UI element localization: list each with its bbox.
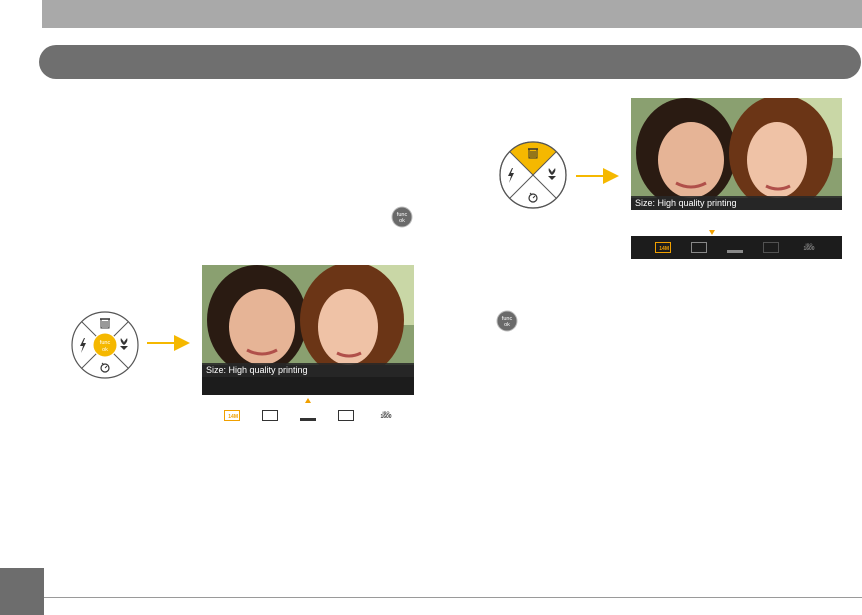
- iso-value: 1600: [803, 246, 815, 252]
- menu-size-icon[interactable]: 14M: [224, 410, 240, 421]
- function-menu-bar: 14M ISO 1600: [631, 236, 842, 259]
- header-band: [42, 0, 862, 28]
- arrow-line: [576, 175, 606, 177]
- size-options-row: 14M3:212M16:910M8M5M3M16:92M0.3M: [202, 377, 414, 395]
- menu-white-balance-icon[interactable]: [763, 242, 779, 253]
- func-ok-button-icon: func ok: [496, 310, 518, 332]
- menu-exposure-icon[interactable]: [727, 242, 743, 253]
- page-tab: [0, 568, 44, 615]
- arrow-down-indicator: [709, 230, 715, 235]
- arrow-right-icon: [603, 168, 619, 184]
- arrow-right-icon: [174, 335, 190, 351]
- menu-white-balance-icon[interactable]: [338, 410, 354, 421]
- ok-label: ok: [102, 347, 108, 353]
- func-ok-button-icon: func ok: [391, 206, 413, 228]
- camera-dial-up-pressed: [499, 141, 567, 209]
- section-title-bar: [39, 45, 861, 79]
- lcd-screen-before: Size: High quality printing 14M3:212M16:…: [202, 265, 414, 425]
- size-caption: Size: High quality printing: [635, 198, 737, 208]
- arrow-line: [147, 342, 177, 344]
- ok-label: ok: [399, 218, 405, 224]
- menu-iso-item[interactable]: ISO 1600: [799, 242, 819, 252]
- portrait-photo: [202, 265, 414, 365]
- camera-dial-center-pressed: func ok: [71, 311, 139, 379]
- menu-size-icon[interactable]: 14M: [655, 242, 671, 253]
- footer-rule: [44, 597, 862, 598]
- menu-exposure-icon[interactable]: [300, 410, 316, 421]
- arrow-up-indicator: [305, 398, 311, 403]
- menu-quality-icon[interactable]: [262, 410, 278, 421]
- size-caption-bar: Size: High quality printing: [631, 196, 842, 210]
- menu-quality-icon[interactable]: [691, 242, 707, 253]
- func-label: func: [100, 340, 111, 346]
- iso-value: 1600: [380, 414, 392, 420]
- size-options-row: 14M3:212M16:910M8M5M3M16:92M0.3M: [631, 210, 842, 236]
- menu-iso-item[interactable]: ISO 1600: [376, 410, 396, 420]
- portrait-photo: [631, 98, 842, 198]
- size-caption: Size: High quality printing: [206, 365, 308, 375]
- ok-label: ok: [504, 322, 510, 328]
- size-caption-bar: Size: High quality printing: [202, 363, 414, 377]
- lcd-screen-after: Size: High quality printing 14M3:212M16:…: [631, 98, 842, 259]
